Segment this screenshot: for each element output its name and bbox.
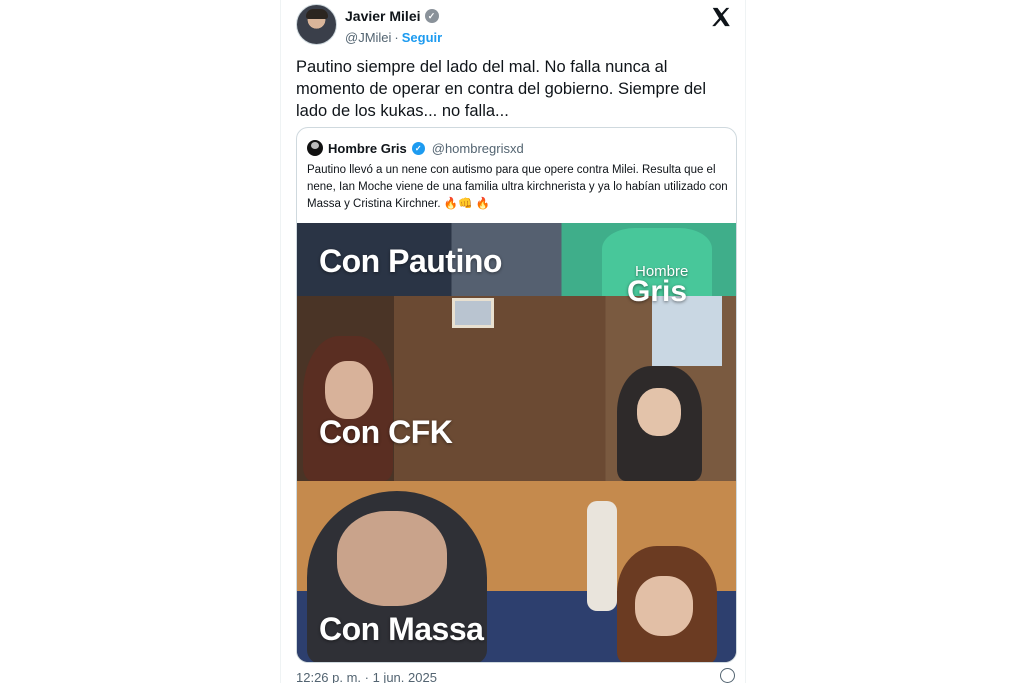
tweet-text: Pautino siempre del lado del mal. No fal… xyxy=(296,58,706,120)
media-caption: Con CFK xyxy=(319,414,453,450)
person-figure xyxy=(617,366,702,481)
quoted-author-name[interactable]: Hombre Gris xyxy=(328,141,407,156)
quoted-author-handle[interactable]: @hombregrisxd xyxy=(432,141,524,156)
tweet-author: Javier Milei ✓ @JMilei · Seguir xyxy=(296,4,736,48)
quoted-text-emojis: 🔥👊 🔥 xyxy=(443,198,490,210)
background-frame xyxy=(452,298,494,328)
quoted-author: Hombre Gris ✓ @hombregrisxd xyxy=(307,140,524,156)
media-caption: Con Massa xyxy=(319,611,484,647)
tweet-card: Javier Milei ✓ @JMilei · Seguir Pautino … xyxy=(280,0,746,683)
follow-button[interactable]: Seguir xyxy=(402,30,442,45)
quoted-media-image[interactable]: Con Pautino Hombre Con CFK Con Massa Gri… xyxy=(297,223,736,662)
media-panel-massa: Con Massa xyxy=(297,481,736,662)
author-handle-row: @JMilei · Seguir xyxy=(345,30,442,45)
quoted-verified-badge-icon: ✓ xyxy=(411,141,425,155)
background-object xyxy=(587,501,617,611)
author-handle[interactable]: @JMilei xyxy=(345,30,391,45)
verified-badge-icon: ✓ xyxy=(424,9,439,23)
handle-separator: · xyxy=(394,30,399,45)
author-name-row: Javier Milei ✓ xyxy=(345,8,439,24)
media-panel-cfk: Con CFK xyxy=(297,296,736,481)
quoted-avatar[interactable] xyxy=(307,140,323,156)
watermark-bottom: Gris xyxy=(627,275,688,308)
info-icon[interactable] xyxy=(720,668,735,683)
quoted-text: Pautino llevó a un nene con autismo para… xyxy=(307,162,732,213)
tweet-timestamp[interactable]: 12:26 p. m. · 1 jun. 2025 xyxy=(296,670,736,683)
author-avatar[interactable] xyxy=(296,4,337,45)
quoted-tweet[interactable]: Hombre Gris ✓ @hombregrisxd Pautino llev… xyxy=(296,127,737,663)
person-figure xyxy=(617,546,717,662)
author-name[interactable]: Javier Milei xyxy=(345,8,421,24)
person-figure xyxy=(303,336,393,481)
media-caption: Con Pautino xyxy=(319,243,502,279)
x-logo-icon[interactable] xyxy=(710,6,732,28)
quoted-text-body: Pautino llevó a un nene con autismo para… xyxy=(307,164,728,210)
